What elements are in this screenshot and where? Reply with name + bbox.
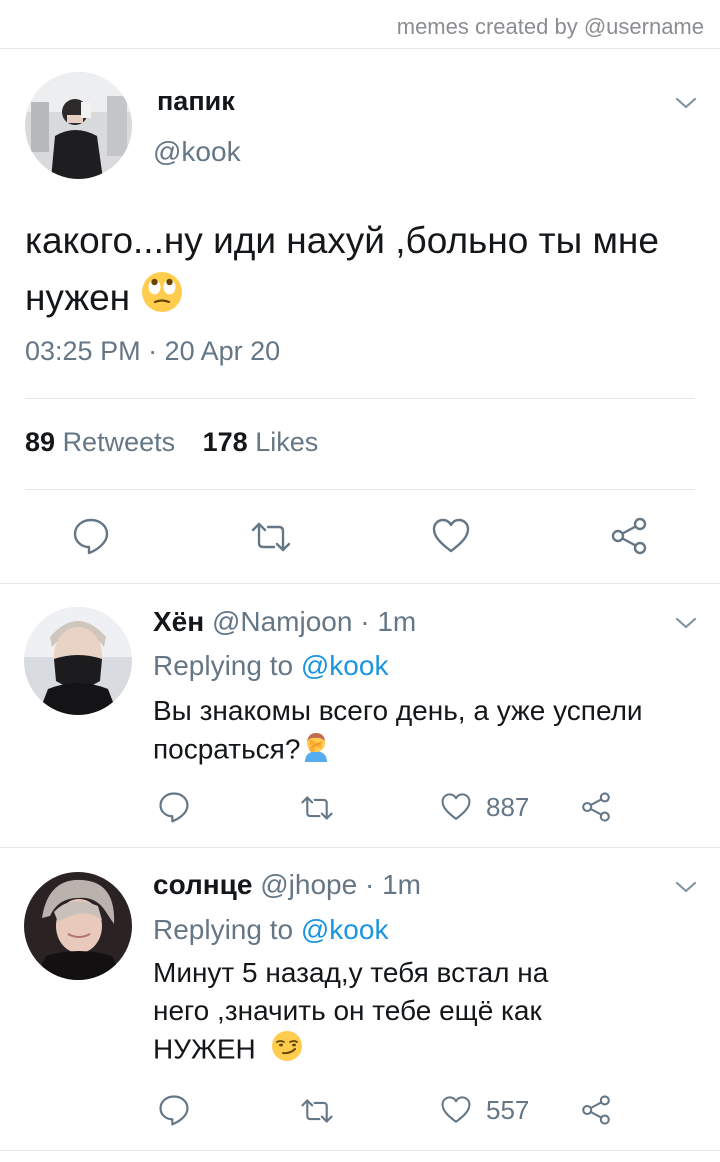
main-timestamp[interactable]: 03:25 PM · 20 Apr 20 bbox=[25, 336, 280, 367]
reply2-header: солнце @jhope · 1m bbox=[153, 869, 421, 901]
main-reply-icon[interactable] bbox=[72, 517, 110, 555]
main-tweet-text: какого...ну иди нахуй ,больно ты мне нуж… bbox=[25, 212, 715, 330]
reply2-mention-link[interactable]: @kook bbox=[301, 914, 389, 945]
reply2-text: Минут 5 назад,у тебя встал на него ,знач… bbox=[153, 954, 703, 1072]
reply1-reply-icon[interactable] bbox=[158, 791, 190, 823]
main-more-chevron-icon[interactable] bbox=[673, 90, 699, 116]
reply2-retweet-icon[interactable] bbox=[300, 1096, 334, 1126]
main-avatar[interactable] bbox=[25, 72, 132, 179]
smirking-face-emoji-icon bbox=[271, 1030, 303, 1072]
reply1-text: Вы знакомы всего день, а уже успели поср… bbox=[153, 692, 703, 772]
engagement-stats: 89 Retweets 178 Likes bbox=[25, 427, 318, 458]
reply1-header: Хён @Namjoon · 1m bbox=[153, 606, 416, 638]
reply2-like-icon[interactable] bbox=[440, 1095, 472, 1125]
reply2-share-icon[interactable] bbox=[580, 1094, 612, 1126]
reply1-like-count[interactable]: 887 bbox=[486, 792, 529, 823]
reply2-reply-icon[interactable] bbox=[158, 1094, 190, 1126]
reply1-like-icon[interactable] bbox=[440, 792, 472, 822]
rolling-eyes-emoji-icon bbox=[140, 270, 184, 330]
main-like-icon[interactable] bbox=[431, 517, 471, 555]
retweets-label[interactable]: Retweets bbox=[63, 427, 176, 457]
reply-separator-2 bbox=[0, 847, 720, 848]
reply1-display-name[interactable]: Хён bbox=[153, 606, 204, 637]
reply1-share-icon[interactable] bbox=[580, 791, 612, 823]
reply2-more-chevron-icon[interactable] bbox=[673, 874, 699, 900]
reply-separator-1 bbox=[0, 583, 720, 584]
reply2-handle-time[interactable]: @jhope · 1m bbox=[260, 869, 421, 900]
likes-label[interactable]: Likes bbox=[255, 427, 318, 457]
stats-bottom-divider bbox=[25, 489, 695, 490]
reply2-display-name[interactable]: солнце bbox=[153, 869, 252, 900]
stats-top-divider bbox=[25, 398, 695, 399]
reply1-retweet-icon[interactable] bbox=[300, 793, 334, 823]
reply1-replying-to: Replying to @kook bbox=[153, 650, 389, 681]
person-facepalming-emoji-icon bbox=[300, 730, 332, 772]
reply1-more-chevron-icon[interactable] bbox=[673, 610, 699, 636]
reply2-replying-to: Replying to @kook bbox=[153, 914, 389, 945]
header-separator bbox=[0, 48, 720, 49]
reply1-mention-link[interactable]: @kook bbox=[301, 650, 389, 681]
retweets-count[interactable]: 89 bbox=[25, 427, 55, 457]
main-retweet-icon[interactable] bbox=[250, 519, 292, 555]
reply2-avatar[interactable] bbox=[24, 872, 132, 980]
likes-count[interactable]: 178 bbox=[203, 427, 248, 457]
main-handle[interactable]: @kook bbox=[153, 136, 241, 168]
reply2-like-count[interactable]: 557 bbox=[486, 1095, 529, 1126]
main-share-icon[interactable] bbox=[609, 516, 649, 556]
credit-label: memes created by @username bbox=[396, 14, 704, 39]
reply1-avatar[interactable] bbox=[24, 607, 132, 715]
bottom-separator bbox=[0, 1150, 720, 1151]
main-display-name[interactable]: папик bbox=[157, 86, 235, 117]
reply1-handle-time[interactable]: @Namjoon · 1m bbox=[212, 606, 416, 637]
